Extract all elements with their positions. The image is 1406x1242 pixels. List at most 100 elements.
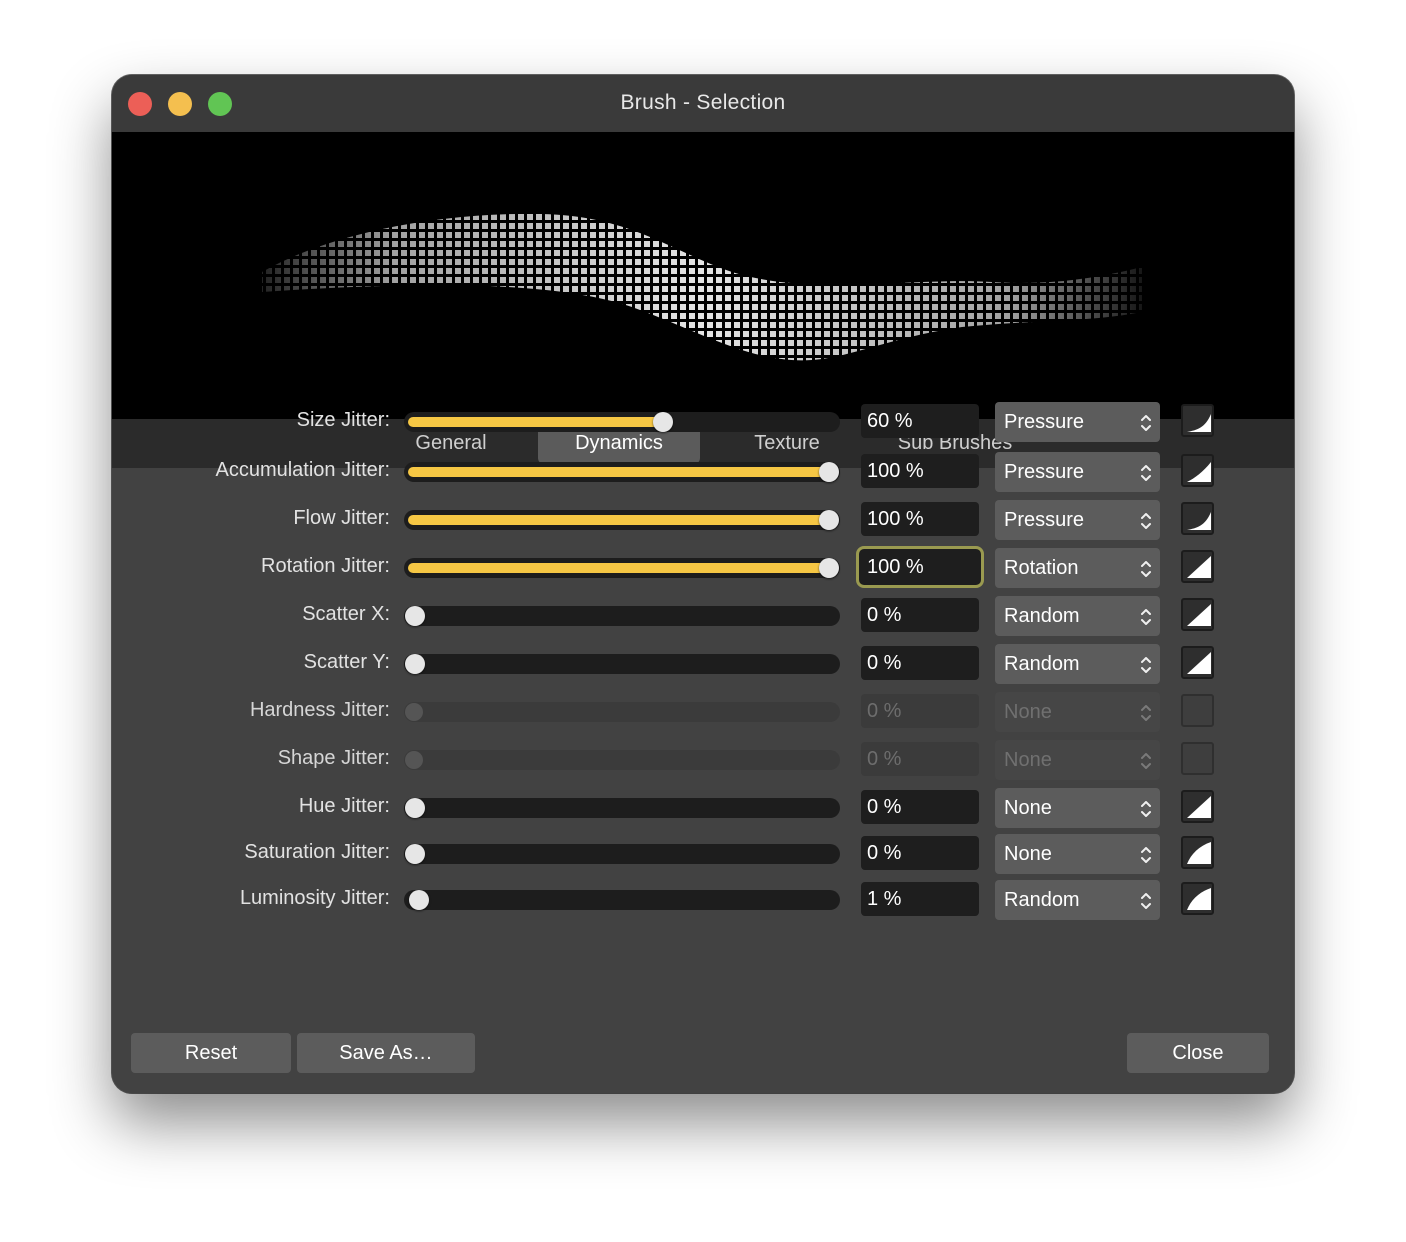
response-curve-button — [1181, 694, 1214, 727]
jitter-row: Saturation Jitter: 0 % None — [112, 834, 1294, 874]
up-down-chevron-icon — [1141, 561, 1151, 577]
response-curve-button — [1181, 742, 1214, 775]
jitter-slider[interactable] — [404, 412, 840, 432]
slider-knob — [405, 703, 423, 721]
jitter-slider[interactable] — [404, 558, 840, 578]
jitter-value-field[interactable]: 0 % — [861, 836, 979, 870]
jitter-slider[interactable] — [404, 844, 840, 864]
slider-knob[interactable] — [653, 412, 673, 432]
controller-select[interactable]: Random — [995, 644, 1160, 684]
up-down-chevron-icon — [1141, 657, 1151, 673]
jitter-slider[interactable] — [404, 462, 840, 482]
jitter-slider[interactable] — [404, 654, 840, 674]
slider-knob[interactable] — [819, 462, 839, 482]
response-curve-button[interactable] — [1181, 404, 1214, 437]
jitter-row: Shape Jitter: 0 % None — [112, 740, 1294, 780]
jitter-value-field[interactable]: 100 % — [861, 454, 979, 488]
jitter-slider[interactable] — [404, 890, 840, 910]
controller-select[interactable]: None — [995, 788, 1160, 828]
jitter-label: Scatter Y: — [303, 651, 390, 673]
window-title: Brush - Selection — [620, 91, 786, 114]
controller-select: None — [995, 692, 1160, 732]
slider-fill — [408, 417, 663, 427]
slider-knob[interactable] — [405, 844, 425, 864]
jitter-value-field: 0 % — [861, 694, 979, 728]
jitter-label: Luminosity Jitter: — [239, 887, 390, 909]
response-curve-button[interactable] — [1181, 790, 1214, 823]
close-button[interactable]: Close — [1127, 1033, 1269, 1073]
jitter-label: Size Jitter: — [296, 409, 390, 431]
controller-select-value: Random — [1004, 889, 1080, 911]
up-down-chevron-icon — [1141, 513, 1151, 529]
controller-select[interactable]: Rotation — [995, 548, 1160, 588]
response-curve-button[interactable] — [1181, 550, 1214, 583]
slider-knob[interactable] — [409, 890, 429, 910]
controller-select[interactable]: Pressure — [995, 402, 1160, 442]
slider-knob[interactable] — [405, 606, 425, 626]
curve-icon — [1187, 556, 1211, 578]
jitter-slider — [404, 750, 840, 770]
jitter-label: Hardness Jitter: — [249, 699, 390, 721]
controller-select[interactable]: None — [995, 834, 1160, 874]
jitter-slider — [404, 702, 840, 722]
save-as-button[interactable]: Save As… — [297, 1033, 475, 1073]
jitter-value-field: 0 % — [861, 742, 979, 776]
slider-fill — [408, 467, 829, 477]
brush-stroke-image — [112, 132, 1294, 419]
jitter-value-field[interactable]: 1 % — [861, 882, 979, 916]
jitter-value-field[interactable]: 0 % — [861, 598, 979, 632]
curve-icon — [1187, 462, 1211, 482]
jitter-slider[interactable] — [404, 798, 840, 818]
curve-icon — [1187, 796, 1211, 818]
controller-select[interactable]: Pressure — [995, 500, 1160, 540]
jitter-value-field[interactable]: 100 % — [856, 546, 984, 588]
controller-select-value: Pressure — [1004, 461, 1085, 483]
controller-select-value: None — [1004, 701, 1052, 723]
jitter-label: Scatter X: — [302, 603, 390, 625]
jitter-slider[interactable] — [404, 510, 840, 530]
curve-icon — [1187, 414, 1211, 432]
response-curve-button[interactable] — [1181, 646, 1214, 679]
jitter-value-field[interactable]: 100 % — [861, 502, 979, 536]
up-down-chevron-icon — [1141, 609, 1151, 625]
controller-select-value: None — [1004, 797, 1052, 819]
response-curve-button[interactable] — [1181, 454, 1214, 487]
response-curve-button[interactable] — [1181, 882, 1214, 915]
jitter-row: Hue Jitter: 0 % None — [112, 788, 1294, 828]
slider-knob[interactable] — [819, 510, 839, 530]
jitter-row: Accumulation Jitter: 100 % Pressure — [112, 452, 1294, 492]
up-down-chevron-icon — [1141, 705, 1151, 721]
brush-stroke-preview — [112, 132, 1294, 419]
controller-select-value: None — [1004, 843, 1052, 865]
title-bar[interactable]: Brush - Selection — [112, 75, 1294, 132]
response-curve-button[interactable] — [1181, 836, 1214, 869]
controller-select[interactable]: Random — [995, 880, 1160, 920]
jitter-label: Shape Jitter: — [277, 747, 390, 769]
jitter-label: Accumulation Jitter: — [215, 459, 390, 481]
jitter-label: Hue Jitter: — [298, 795, 390, 817]
curve-icon — [1187, 604, 1211, 626]
jitter-value-field[interactable]: 60 % — [861, 404, 979, 438]
jitter-row: Size Jitter: 60 % Pressure — [112, 402, 1294, 442]
jitter-row: Flow Jitter: 100 % Pressure — [112, 500, 1294, 540]
up-down-chevron-icon — [1141, 893, 1151, 909]
jitter-value-field[interactable]: 0 % — [861, 790, 979, 824]
controller-select[interactable]: Random — [995, 596, 1160, 636]
slider-knob[interactable] — [405, 654, 425, 674]
jitter-slider[interactable] — [404, 606, 840, 626]
slider-knob[interactable] — [405, 798, 425, 818]
response-curve-button[interactable] — [1181, 598, 1214, 631]
jitter-value-field[interactable]: 0 % — [861, 646, 979, 680]
jitter-label: Saturation Jitter: — [244, 841, 390, 863]
up-down-chevron-icon — [1141, 801, 1151, 817]
jitter-row: Luminosity Jitter: 1 % Random — [112, 880, 1294, 920]
controller-select-value: Random — [1004, 605, 1080, 627]
jitter-row: Scatter X: 0 % Random — [112, 596, 1294, 636]
slider-knob[interactable] — [819, 558, 839, 578]
reset-button[interactable]: Reset — [131, 1033, 291, 1073]
brush-dialog: Brush - Selection General Dynamics Textu… — [112, 75, 1294, 1093]
controller-select[interactable]: Pressure — [995, 452, 1160, 492]
response-curve-button[interactable] — [1181, 502, 1214, 535]
curve-icon — [1187, 512, 1211, 530]
controller-select-value: None — [1004, 749, 1052, 771]
